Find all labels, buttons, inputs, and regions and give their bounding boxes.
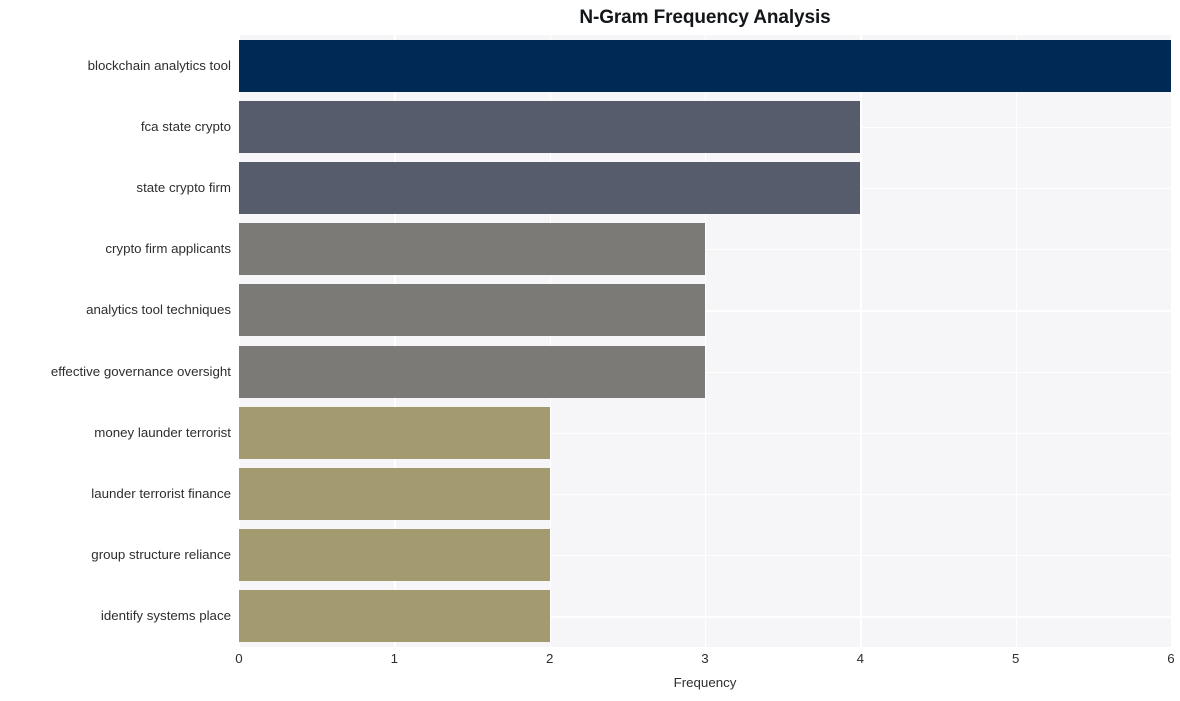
y-axis-tick-label: state crypto firm — [136, 180, 231, 195]
bar — [239, 284, 705, 337]
x-axis-tick-label: 2 — [545, 651, 554, 666]
x-axis-tick-label: 1 — [390, 651, 399, 666]
x-axis-tick-label: 0 — [235, 651, 243, 666]
x-axis-tick-labels: 0 1 2 3 4 5 6 — [235, 651, 1175, 671]
bar — [239, 529, 550, 582]
x-axis-tick-label: 3 — [701, 651, 709, 666]
y-axis-tick-label: launder terrorist finance — [91, 486, 231, 501]
x-axis-label: Frequency — [673, 675, 737, 690]
ngram-frequency-chart: N-Gram Frequency Analysis blockchain ana… — [0, 0, 1180, 701]
y-axis-tick-label: money launder terrorist — [94, 424, 231, 440]
bar — [239, 468, 550, 520]
plot-area — [239, 35, 1171, 647]
x-axis-tick-label: 5 — [1011, 651, 1020, 666]
bar — [239, 406, 550, 459]
y-axis-tick-label: group structure reliance — [91, 547, 231, 563]
y-axis-tick-label: crypto firm applicants — [105, 241, 231, 257]
y-axis-tick-label: analytics tool techniques — [86, 302, 231, 318]
y-axis-tick-label: fca state crypto — [140, 118, 231, 134]
bar — [239, 345, 705, 398]
bar — [239, 100, 861, 153]
x-axis-tick-label: 6 — [1167, 651, 1175, 666]
bar — [239, 223, 705, 276]
bar — [239, 39, 1171, 92]
y-axis-tick-label: effective governance oversight — [50, 363, 231, 379]
chart-title: N-Gram Frequency Analysis — [579, 7, 831, 28]
bar — [239, 162, 861, 214]
x-axis-tick-label: 4 — [856, 651, 865, 666]
y-axis-tick-label: blockchain analytics tool — [87, 57, 231, 73]
y-axis-tick-labels: blockchain analytics tool fca state crypt… — [0, 35, 231, 647]
bar — [239, 590, 550, 643]
y-axis-tick-label: identify systems place — [100, 608, 231, 624]
